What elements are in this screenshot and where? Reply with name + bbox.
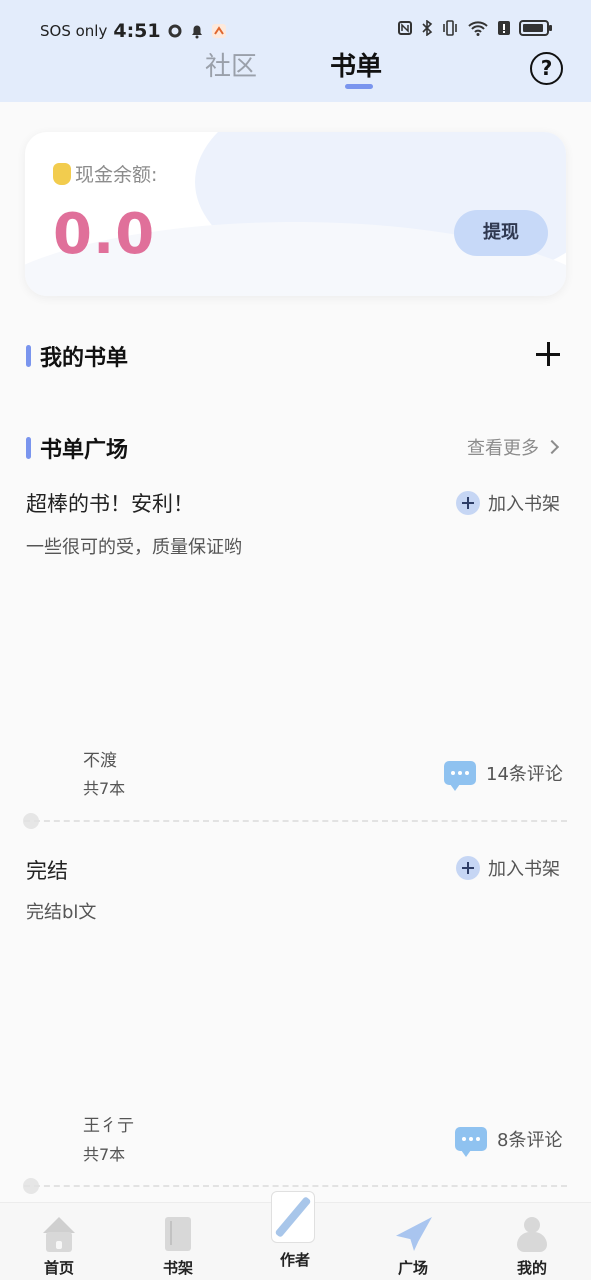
nav-author[interactable]: 作者 — [255, 1191, 335, 1270]
my-booklists-title: 我的书单 — [40, 346, 129, 371]
status-left: SOS only 4:51 — [40, 20, 227, 42]
booklist-description: 一些很可的受，质量保证哟 — [26, 537, 242, 558]
nav-me-label: 我的 — [516, 1259, 547, 1277]
bell-icon — [191, 25, 202, 39]
tab-community[interactable]: 社区 — [205, 46, 257, 83]
clock: 4:51 — [113, 20, 161, 42]
plaza-title: 书单广场 — [40, 438, 129, 463]
add-to-shelf-button[interactable]: 加入书架 — [456, 490, 560, 516]
booklist-count: 共7本 — [83, 1145, 126, 1164]
coin-hand-icon — [53, 162, 71, 185]
comments-link[interactable]: 14条评论 — [444, 760, 563, 791]
add-to-shelf-button[interactable]: 加入书架 — [456, 855, 560, 881]
withdraw-button[interactable]: 提现 — [454, 210, 548, 256]
active-tab-indicator — [345, 84, 373, 89]
bottom-navigation: 首页 书架 作者 广场 我的 — [0, 1191, 591, 1280]
carrier-text: SOS only — [40, 22, 108, 40]
booklist-description: 完结bl文 — [26, 902, 97, 923]
chevron-right-icon — [544, 439, 560, 455]
booklist-title[interactable]: 完结 — [26, 855, 68, 885]
tab-booklist[interactable]: 书单 — [330, 46, 382, 83]
plus-circle-icon — [456, 856, 480, 880]
divider — [24, 820, 567, 822]
nav-bookshelf-label: 书架 — [162, 1259, 193, 1277]
comments-count: 8条评论 — [497, 1130, 563, 1151]
nav-home[interactable]: 首页 — [19, 1203, 99, 1278]
vibrate-icon — [443, 20, 457, 36]
nav-me[interactable]: 我的 — [492, 1203, 572, 1278]
add-to-shelf-label: 加入书架 — [488, 859, 560, 880]
view-more-link[interactable]: 查看更多 — [467, 434, 560, 460]
booklist-count: 共7本 — [83, 779, 126, 798]
status-right — [397, 20, 553, 36]
section-accent-bar — [26, 437, 31, 459]
paper-plane-icon — [396, 1215, 432, 1253]
booklist-author[interactable]: 王彳亍 — [83, 1111, 134, 1136]
plus-circle-icon — [456, 491, 480, 515]
wifi-icon — [468, 21, 488, 36]
bookshelf-icon — [161, 1215, 195, 1253]
cash-balance-card: 现金余额: 0.0 提现 — [25, 132, 566, 296]
cash-label-text: 现金余额: — [75, 164, 158, 186]
view-more-label: 查看更多 — [467, 438, 539, 459]
alert-icon — [498, 21, 510, 35]
booklist-title[interactable]: 超棒的书！安利！ — [26, 488, 194, 518]
cash-balance-value: 0.0 — [53, 202, 156, 267]
comment-bubble-icon — [455, 1127, 487, 1157]
comment-bubble-icon — [444, 761, 476, 791]
home-icon — [42, 1215, 76, 1253]
nav-plaza-label: 广场 — [397, 1259, 428, 1277]
settings-gear-icon — [168, 24, 182, 38]
plus-icon[interactable] — [536, 342, 560, 366]
booklist-author[interactable]: 不渡 — [83, 746, 117, 771]
battery-icon — [519, 20, 552, 36]
user-icon — [515, 1215, 549, 1253]
my-booklists-header: 我的书单 — [26, 340, 128, 372]
nav-author-label: 作者 — [279, 1251, 310, 1269]
section-accent-bar — [26, 345, 31, 367]
comments-link[interactable]: 8条评论 — [455, 1126, 563, 1157]
nav-home-label: 首页 — [43, 1259, 74, 1277]
nav-plaza[interactable]: 广场 — [373, 1203, 453, 1278]
question-circle-icon[interactable]: ? — [530, 52, 563, 85]
add-to-shelf-label: 加入书架 — [488, 494, 560, 515]
status-bar: SOS only 4:51 — [0, 0, 591, 46]
divider — [24, 1185, 567, 1187]
nfc-icon — [398, 21, 412, 35]
bluetooth-icon — [422, 20, 433, 36]
header-tabs: 社区 书单 — [0, 46, 591, 102]
app-notification-icon — [211, 24, 226, 38]
comments-count: 14条评论 — [486, 764, 563, 785]
top-bar: SOS only 4:51 社区 书单 ? — [0, 0, 591, 102]
nav-bookshelf[interactable]: 书架 — [138, 1203, 218, 1278]
plaza-header: 书单广场 — [26, 432, 128, 464]
cash-label: 现金余额: — [53, 160, 157, 187]
author-pen-icon — [265, 1189, 325, 1245]
